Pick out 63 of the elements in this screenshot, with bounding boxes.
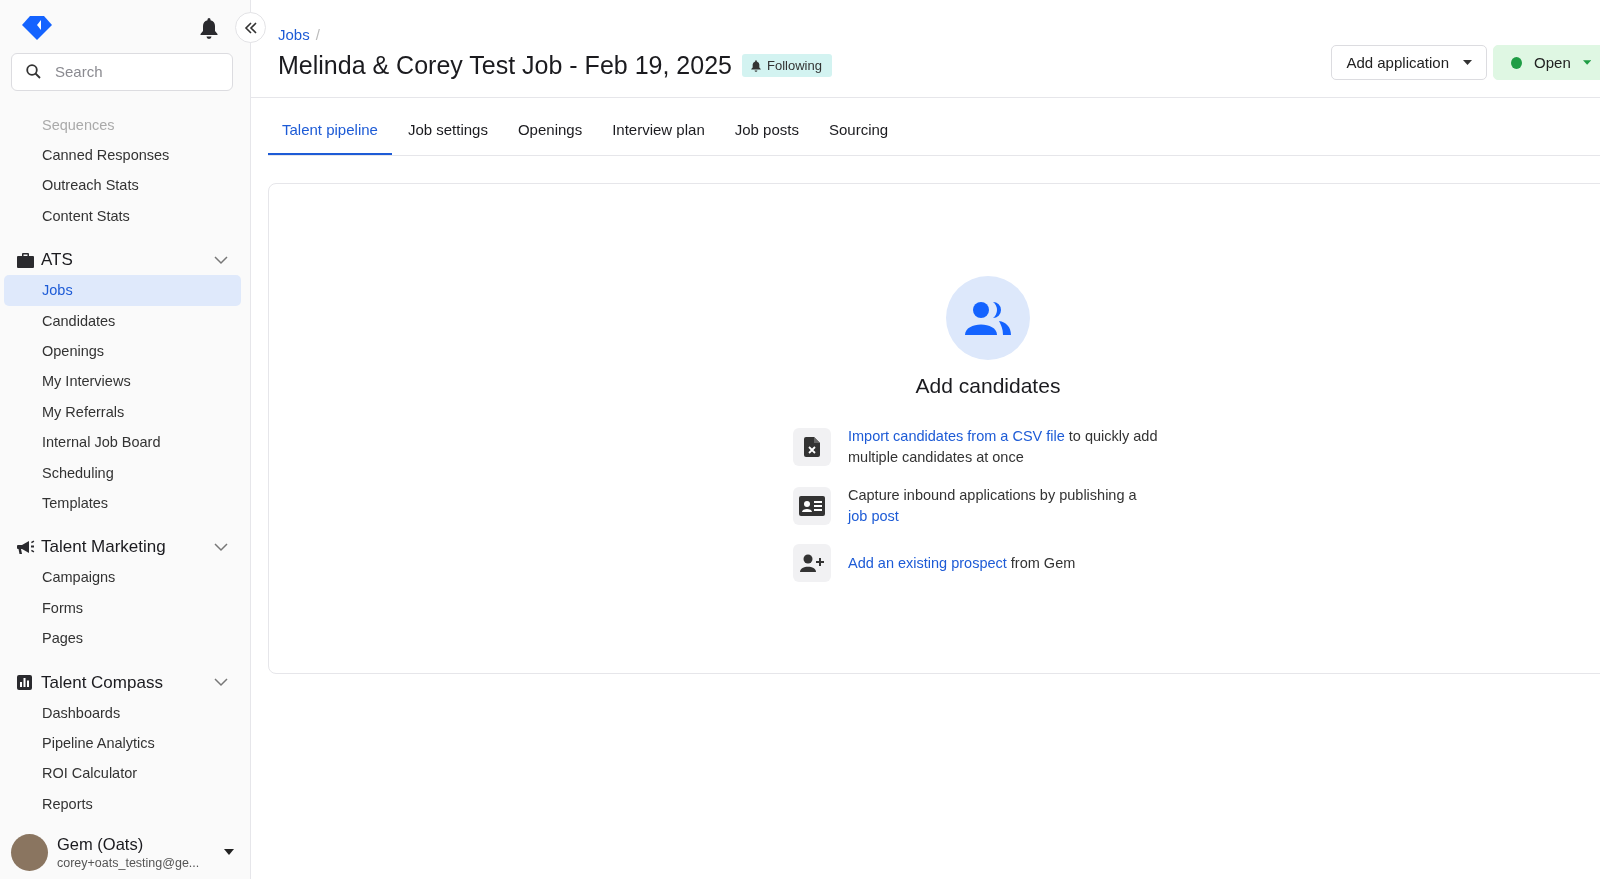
option-text: Capture inbound applications by publishing a job post — [848, 486, 1138, 526]
id-card-icon — [799, 496, 825, 516]
link[interactable]: job post — [848, 508, 899, 524]
tab[interactable]: Interview plan — [598, 121, 719, 155]
nav-item[interactable]: Campaigns — [4, 562, 241, 593]
section-heading[interactable]: Talent Compass — [41, 672, 214, 693]
chevron-down-icon[interactable] — [214, 255, 228, 265]
nav-item[interactable]: Jobs — [4, 275, 241, 306]
chevron-down-icon[interactable] — [214, 542, 228, 552]
nav-item[interactable]: My Referrals — [4, 396, 241, 428]
section-heading[interactable]: ATS — [41, 250, 214, 271]
breadcrumb-link[interactable]: Jobs — [278, 26, 310, 43]
nav-item[interactable]: Forms — [4, 592, 241, 624]
nav-item[interactable]: Templates — [4, 488, 241, 519]
nav-item[interactable]: Openings — [4, 336, 241, 367]
breadcrumb-separator: / — [315, 26, 320, 43]
empty-state-title: Add candidates — [915, 374, 1061, 398]
tab[interactable]: Talent pipeline — [268, 121, 392, 155]
nav-item[interactable]: My Interviews — [4, 366, 241, 397]
link[interactable]: Import candidates from a CSV file — [848, 428, 1065, 444]
user-email: corey+oats_testing@ge... — [57, 855, 201, 870]
search-field[interactable]: Search — [11, 52, 233, 91]
add-person-icon — [800, 554, 824, 572]
spreadsheet-file-icon — [804, 437, 820, 457]
following-badge[interactable]: Following — [741, 54, 832, 77]
people-icon — [965, 301, 1011, 335]
tab[interactable]: Job posts — [720, 121, 813, 155]
job-title: Melinda & Corey Test Job - Feb 19, 2025 — [278, 51, 732, 80]
nav-item[interactable]: Pipeline Analytics — [4, 727, 241, 759]
bell-icon — [750, 59, 761, 72]
tab[interactable]: Job settings — [393, 121, 502, 155]
tab[interactable]: Openings — [503, 121, 597, 155]
nav-item[interactable]: Outreach Stats — [4, 170, 241, 201]
option-text: Add an existing prospect from Gem — [848, 553, 1076, 573]
briefcase-icon — [17, 252, 34, 268]
caret-down-icon[interactable] — [224, 849, 234, 856]
status-dropdown[interactable]: Open — [1493, 45, 1600, 80]
link[interactable]: Add an existing prospect — [848, 554, 1007, 571]
nav-item[interactable]: Internal Job Board — [4, 427, 241, 458]
chevron-down-icon[interactable] — [214, 678, 228, 688]
bar-chart-icon — [17, 675, 32, 691]
nav-item[interactable]: Pages — [4, 623, 241, 654]
nav-item[interactable]: Dashboards — [4, 697, 241, 728]
nav-item[interactable]: Candidates — [4, 305, 241, 337]
megaphone-icon — [17, 539, 35, 555]
nav-item[interactable]: ROI Calculator — [4, 758, 241, 789]
nav-item[interactable]: Canned Responses — [4, 140, 241, 171]
section-heading[interactable]: Talent Marketing — [41, 537, 214, 558]
avatar[interactable] — [11, 833, 48, 871]
notification-bell-icon[interactable] — [200, 17, 218, 39]
caret-down-icon — [1582, 60, 1591, 65]
nav-item[interactable]: Content Stats — [4, 200, 241, 232]
collapse-sidebar-button[interactable] — [235, 12, 266, 43]
option-text: Import candidates from a CSV file to quickly add multiple candidates at once — [848, 427, 1159, 467]
nav-item[interactable]: Reports — [4, 788, 241, 820]
search-icon — [26, 63, 41, 79]
diamond-logo-icon[interactable] — [22, 16, 52, 41]
nav-item[interactable]: Scheduling — [4, 457, 241, 488]
caret-down-icon — [1463, 60, 1472, 65]
user-name: Gem (Oats) — [57, 834, 145, 854]
add-application-dropdown[interactable]: Add application — [1331, 45, 1487, 80]
tab[interactable]: Sourcing — [814, 121, 903, 155]
double-chevron-left-icon — [243, 21, 258, 34]
